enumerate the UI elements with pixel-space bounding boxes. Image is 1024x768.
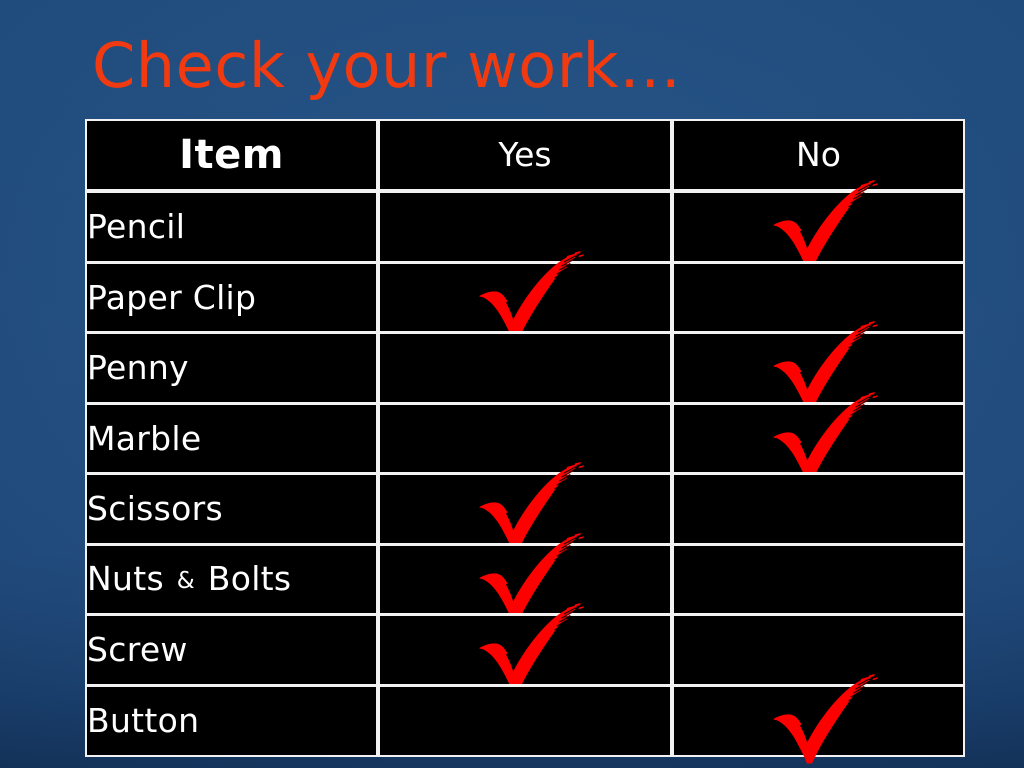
check-mark-icon <box>463 462 587 553</box>
table-header-row: Item Yes No <box>85 119 965 191</box>
ampersand-glyph: & <box>176 567 195 594</box>
item-name-cell: Pencil <box>85 191 378 264</box>
item-label-text: Screw <box>87 630 188 670</box>
table-body: Pencil Paper Clip Penny Marble Scissors … <box>85 180 965 763</box>
item-name-cell: Screw <box>85 613 378 687</box>
table-row: Pencil <box>85 180 965 270</box>
item-label-text: Marble <box>87 418 202 458</box>
check-mark-icon <box>757 180 881 271</box>
item-label-text: Paper Clip <box>87 277 257 317</box>
no-answer-cell[interactable] <box>672 472 965 546</box>
column-header-no: No <box>672 119 965 191</box>
table-row: Marble <box>85 391 965 481</box>
yes-answer-cell[interactable] <box>378 331 672 405</box>
no-answer-cell[interactable] <box>672 180 965 270</box>
column-header-yes: Yes <box>378 119 672 191</box>
item-name-cell: Scissors <box>85 472 378 546</box>
yes-answer-cell[interactable] <box>378 250 672 340</box>
item-label-text-continued: Bolts <box>196 558 292 598</box>
no-answer-cell[interactable] <box>672 391 965 481</box>
no-answer-cell[interactable] <box>672 321 965 411</box>
table-row: Nuts & Bolts <box>85 532 965 622</box>
item-name-cell: Penny <box>85 331 378 405</box>
item-name-cell: Marble <box>85 401 378 475</box>
yes-answer-cell[interactable] <box>378 683 672 757</box>
table-row: Scissors <box>85 462 965 552</box>
yes-answer-cell[interactable] <box>378 401 672 475</box>
yes-answer-cell[interactable] <box>378 532 672 622</box>
item-name-cell: Paper Clip <box>85 260 378 334</box>
no-answer-cell[interactable] <box>672 613 965 687</box>
table-row: Screw <box>85 603 965 693</box>
column-header-item: Item <box>85 119 378 191</box>
no-answer-cell[interactable] <box>672 260 965 334</box>
check-mark-icon <box>463 532 587 624</box>
yes-answer-cell[interactable] <box>378 462 672 552</box>
check-mark-icon <box>463 250 587 342</box>
page-title: Check your work… <box>92 29 682 102</box>
item-label-text: Scissors <box>87 489 223 529</box>
item-label-text: Pencil <box>87 207 186 247</box>
table-row: Paper Clip <box>85 250 965 340</box>
item-label-text: Button <box>87 700 200 740</box>
checklist-table-container: Item Yes No Pencil Paper Clip Penny Marb… <box>85 119 965 763</box>
check-mark-icon <box>757 321 881 412</box>
check-mark-icon <box>463 603 587 694</box>
table-row: Penny <box>85 321 965 411</box>
no-answer-cell[interactable] <box>672 542 965 616</box>
item-label-text: Nuts <box>87 558 175 598</box>
item-name-cell: Button <box>85 683 378 757</box>
item-name-cell: Nuts & Bolts <box>85 542 378 616</box>
yes-answer-cell[interactable] <box>378 191 672 264</box>
check-mark-icon <box>757 673 881 765</box>
no-answer-cell[interactable] <box>672 673 965 763</box>
table-row: Button <box>85 673 965 763</box>
slide-canvas: Check your work… Item Yes No Pencil Pape… <box>0 0 1024 768</box>
item-label-text: Penny <box>87 348 189 388</box>
checklist-table: Item Yes No Pencil Paper Clip Penny Marb… <box>85 119 965 763</box>
check-mark-icon <box>757 391 881 483</box>
yes-answer-cell[interactable] <box>378 603 672 693</box>
